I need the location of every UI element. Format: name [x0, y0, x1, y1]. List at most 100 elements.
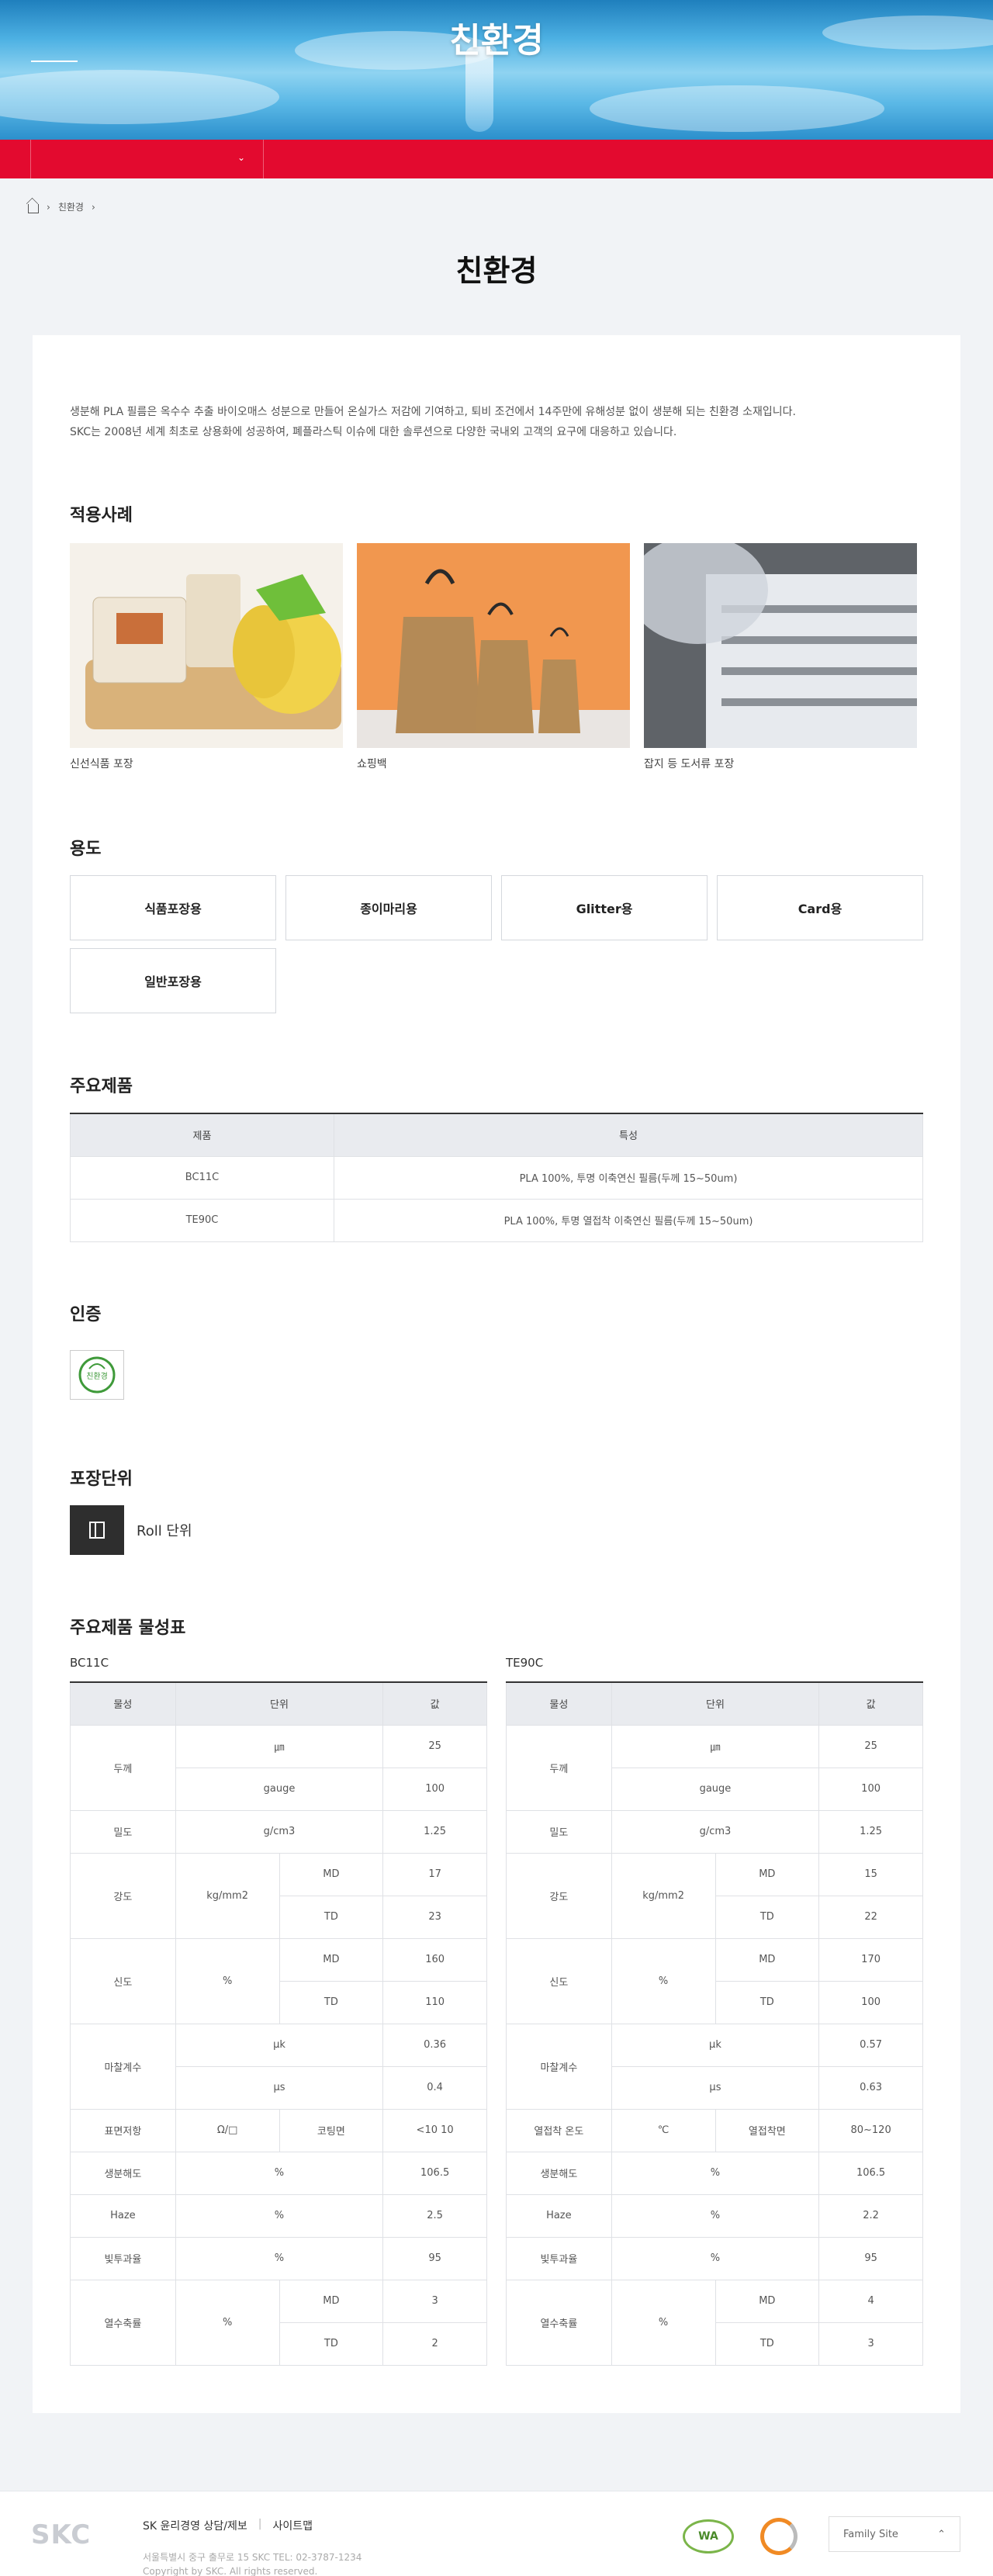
table-cell: %	[175, 2236, 384, 2280]
table-header: 물성	[70, 1681, 176, 1726]
breadcrumb-current[interactable]: 친환경	[58, 200, 84, 213]
table-cell: 3	[382, 2279, 487, 2323]
table-cell: 95	[382, 2236, 487, 2280]
breadcrumb-separator: ›	[47, 201, 50, 213]
table-cell: 160	[382, 1937, 487, 1982]
table-cell: %	[611, 2236, 820, 2280]
table-cell: 0.63	[818, 2065, 923, 2110]
eco-certification-mark: 친환경	[70, 1350, 124, 1400]
case-caption: 잡지 등 도서류 포장	[644, 758, 735, 770]
table-cell: 빛투과율	[506, 2236, 612, 2280]
table-cell: 22	[818, 1895, 923, 1939]
table-cell: PLA 100%, 투명 이축연신 필름(두께 15~50um)	[334, 1155, 923, 1200]
case-caption: 신선식품 포장	[70, 758, 133, 770]
table-subtitle-te90c: TE90C	[506, 1656, 544, 1670]
table-cell: 코팅면	[279, 2108, 384, 2152]
table-cell: 3	[818, 2322, 923, 2366]
table-cell: 밀도	[506, 1809, 612, 1854]
sitemap-link[interactable]: 사이트맵	[272, 2518, 313, 2533]
table-row: 생분해도% 106.5	[506, 2151, 923, 2195]
case-photo-shopping-bag	[357, 543, 630, 748]
table-cell: 106.5	[382, 2151, 487, 2195]
table-cell: 17	[382, 1852, 487, 1896]
table-cell: 마찰계수	[70, 2023, 176, 2110]
case-photo-magazine	[644, 543, 917, 748]
table-cell: %	[175, 2193, 384, 2238]
family-site-select[interactable]: Family Site ⌃	[829, 2516, 960, 2552]
site-footer: SKC SK 윤리경영 상담/제보 | 사이트맵 서울특별시 중구 출무로 15…	[0, 2491, 993, 2576]
section-title-usage: 용도	[70, 840, 102, 859]
case-photo-fresh-food	[70, 543, 343, 748]
table-subtitle-bc11c: BC11C	[70, 1656, 109, 1670]
table-header: 값	[818, 1681, 923, 1726]
table-cell: 100	[818, 1767, 923, 1811]
table-cell: TD	[279, 2322, 384, 2366]
table-row: 열수축률% MD 3	[70, 2279, 487, 2366]
table-cell: kg/mm2	[611, 1852, 716, 1939]
chevron-down-icon[interactable]: ⌄	[237, 152, 245, 163]
table-row: 열수축률% MD 4	[506, 2279, 923, 2366]
table-cell: 신도	[70, 1937, 176, 2024]
table-row: 두께 ㎛ 25	[70, 1724, 487, 1811]
table-cell: %	[611, 1937, 716, 2024]
table-cell: MD	[279, 1937, 384, 1982]
table-cell: TE90C	[70, 1198, 334, 1242]
table-cell: 95	[818, 2236, 923, 2280]
table-cell: %	[175, 2279, 280, 2366]
footer-address: 서울특별시 중구 출무로 15 SKC TEL: 02-3787-1234	[143, 2552, 362, 2563]
table-row: 표면저항 Ω/□ 코팅면 <10 10	[70, 2108, 487, 2152]
table-cell: 열수축률	[70, 2279, 176, 2366]
table-cell: kg/mm2	[175, 1852, 280, 1939]
section-title-products: 주요제품	[70, 1077, 133, 1096]
nav-dropdown[interactable]	[31, 140, 264, 178]
table-row: 마찰계수 μk 0.57	[506, 2023, 923, 2110]
intro-text: 생분해 PLA 필름은 옥수수 추출 바이오매스 성분으로 만들어 온실가스 저…	[70, 402, 923, 442]
table-cell: g/cm3	[175, 1809, 384, 1854]
magazine-illustration	[644, 543, 917, 748]
table-cell: 23	[382, 1895, 487, 1939]
table-cell: 110	[382, 1980, 487, 2024]
table-cell: PLA 100%, 투명 열접착 이축연신 필름(두께 15~50um)	[334, 1198, 923, 1242]
table-cell: 밀도	[70, 1809, 176, 1854]
footer-logo[interactable]: SKC	[31, 2519, 91, 2550]
table-row: 밀도 g/cm3 1.25	[506, 1809, 923, 1854]
table-row: 두께 ㎛ 25	[506, 1724, 923, 1811]
wave-highlight	[590, 85, 884, 132]
usage-item: 종이마리용	[285, 875, 492, 940]
table-cell: MD	[714, 1937, 820, 1982]
table-cell: 4	[818, 2279, 923, 2323]
table-cell: Haze	[70, 2193, 176, 2238]
table-cell: 25	[382, 1724, 487, 1768]
packaging-unit-label: Roll 단위	[137, 1523, 192, 1539]
table-cell: 표면저항	[70, 2108, 176, 2152]
ethics-report-link[interactable]: SK 윤리경영 상담/제보	[143, 2518, 247, 2533]
table-cell: 1.25	[818, 1809, 923, 1854]
footer-address-block: 서울특별시 중구 출무로 15 SKC TEL: 02-3787-1234 Co…	[143, 2550, 362, 2576]
table-cell: μs	[175, 2065, 384, 2110]
home-icon[interactable]	[28, 203, 39, 213]
table-row: Haze% 2.2	[506, 2193, 923, 2238]
table-cell: <10 10	[382, 2108, 487, 2152]
hero-banner: 친환경	[0, 0, 993, 140]
table-cell: 0.57	[818, 2023, 923, 2067]
table-cell: 2.2	[818, 2193, 923, 2238]
chevron-up-icon: ⌃	[937, 2528, 946, 2540]
table-cell: 0.36	[382, 2023, 487, 2067]
page-title: 친환경	[455, 254, 538, 288]
wave-highlight	[0, 70, 279, 124]
family-site-label: Family Site	[843, 2528, 898, 2540]
table-header: 특성	[334, 1113, 923, 1157]
table-cell: Haze	[506, 2193, 612, 2238]
table-cell: TD	[279, 1895, 384, 1939]
table-cell: %	[175, 2151, 384, 2195]
table-cell: BC11C	[70, 1155, 334, 1200]
eco-mark-icon: 친환경	[78, 1356, 116, 1394]
section-title-certification: 인증	[70, 1305, 102, 1324]
table-cell: 빛투과율	[70, 2236, 176, 2280]
table-cell: %	[611, 2193, 820, 2238]
table-cell: MD	[279, 1852, 384, 1896]
table-cell: TD	[279, 1980, 384, 2024]
section-title-cases: 적용사례	[70, 506, 133, 525]
table-cell: 25	[818, 1724, 923, 1768]
fresh-food-illustration	[70, 543, 343, 748]
